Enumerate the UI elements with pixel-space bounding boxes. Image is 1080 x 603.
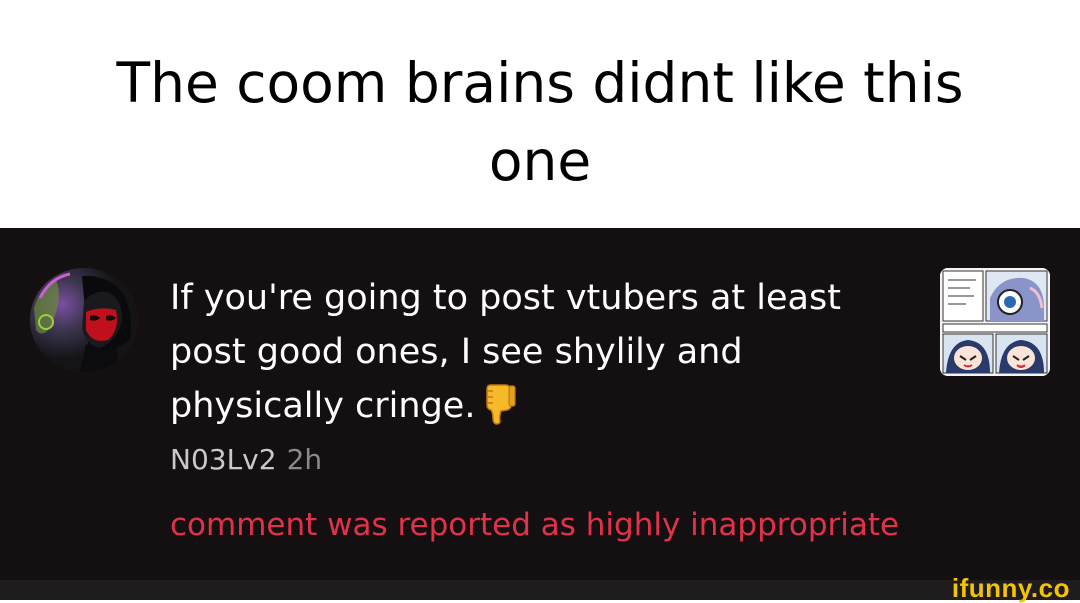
meme-caption: The coom brains didnt like this one [116,51,964,193]
user-avatar[interactable] [30,268,138,372]
comment-text-block: If you're going to post vtubers at least… [170,271,890,433]
report-notice: comment was reported as highly inappropr… [170,507,900,543]
comment-card: If you're going to post vtubers at least… [0,228,1080,580]
thumbs-down-icon [481,383,517,425]
comment-timestamp: 2h [286,443,323,476]
post-thumbnail[interactable] [940,268,1050,376]
username-link[interactable]: N03Lv2 [170,443,277,476]
footer-strip [0,580,1080,600]
ifunny-watermark: ifunny.co [951,573,1070,603]
avatar-image [30,268,138,372]
meme-caption-area: The coom brains didnt like this one [0,0,1080,228]
comment-meta: N03Lv2 2h [170,442,322,478]
comic-thumbnail-image [940,268,1050,376]
